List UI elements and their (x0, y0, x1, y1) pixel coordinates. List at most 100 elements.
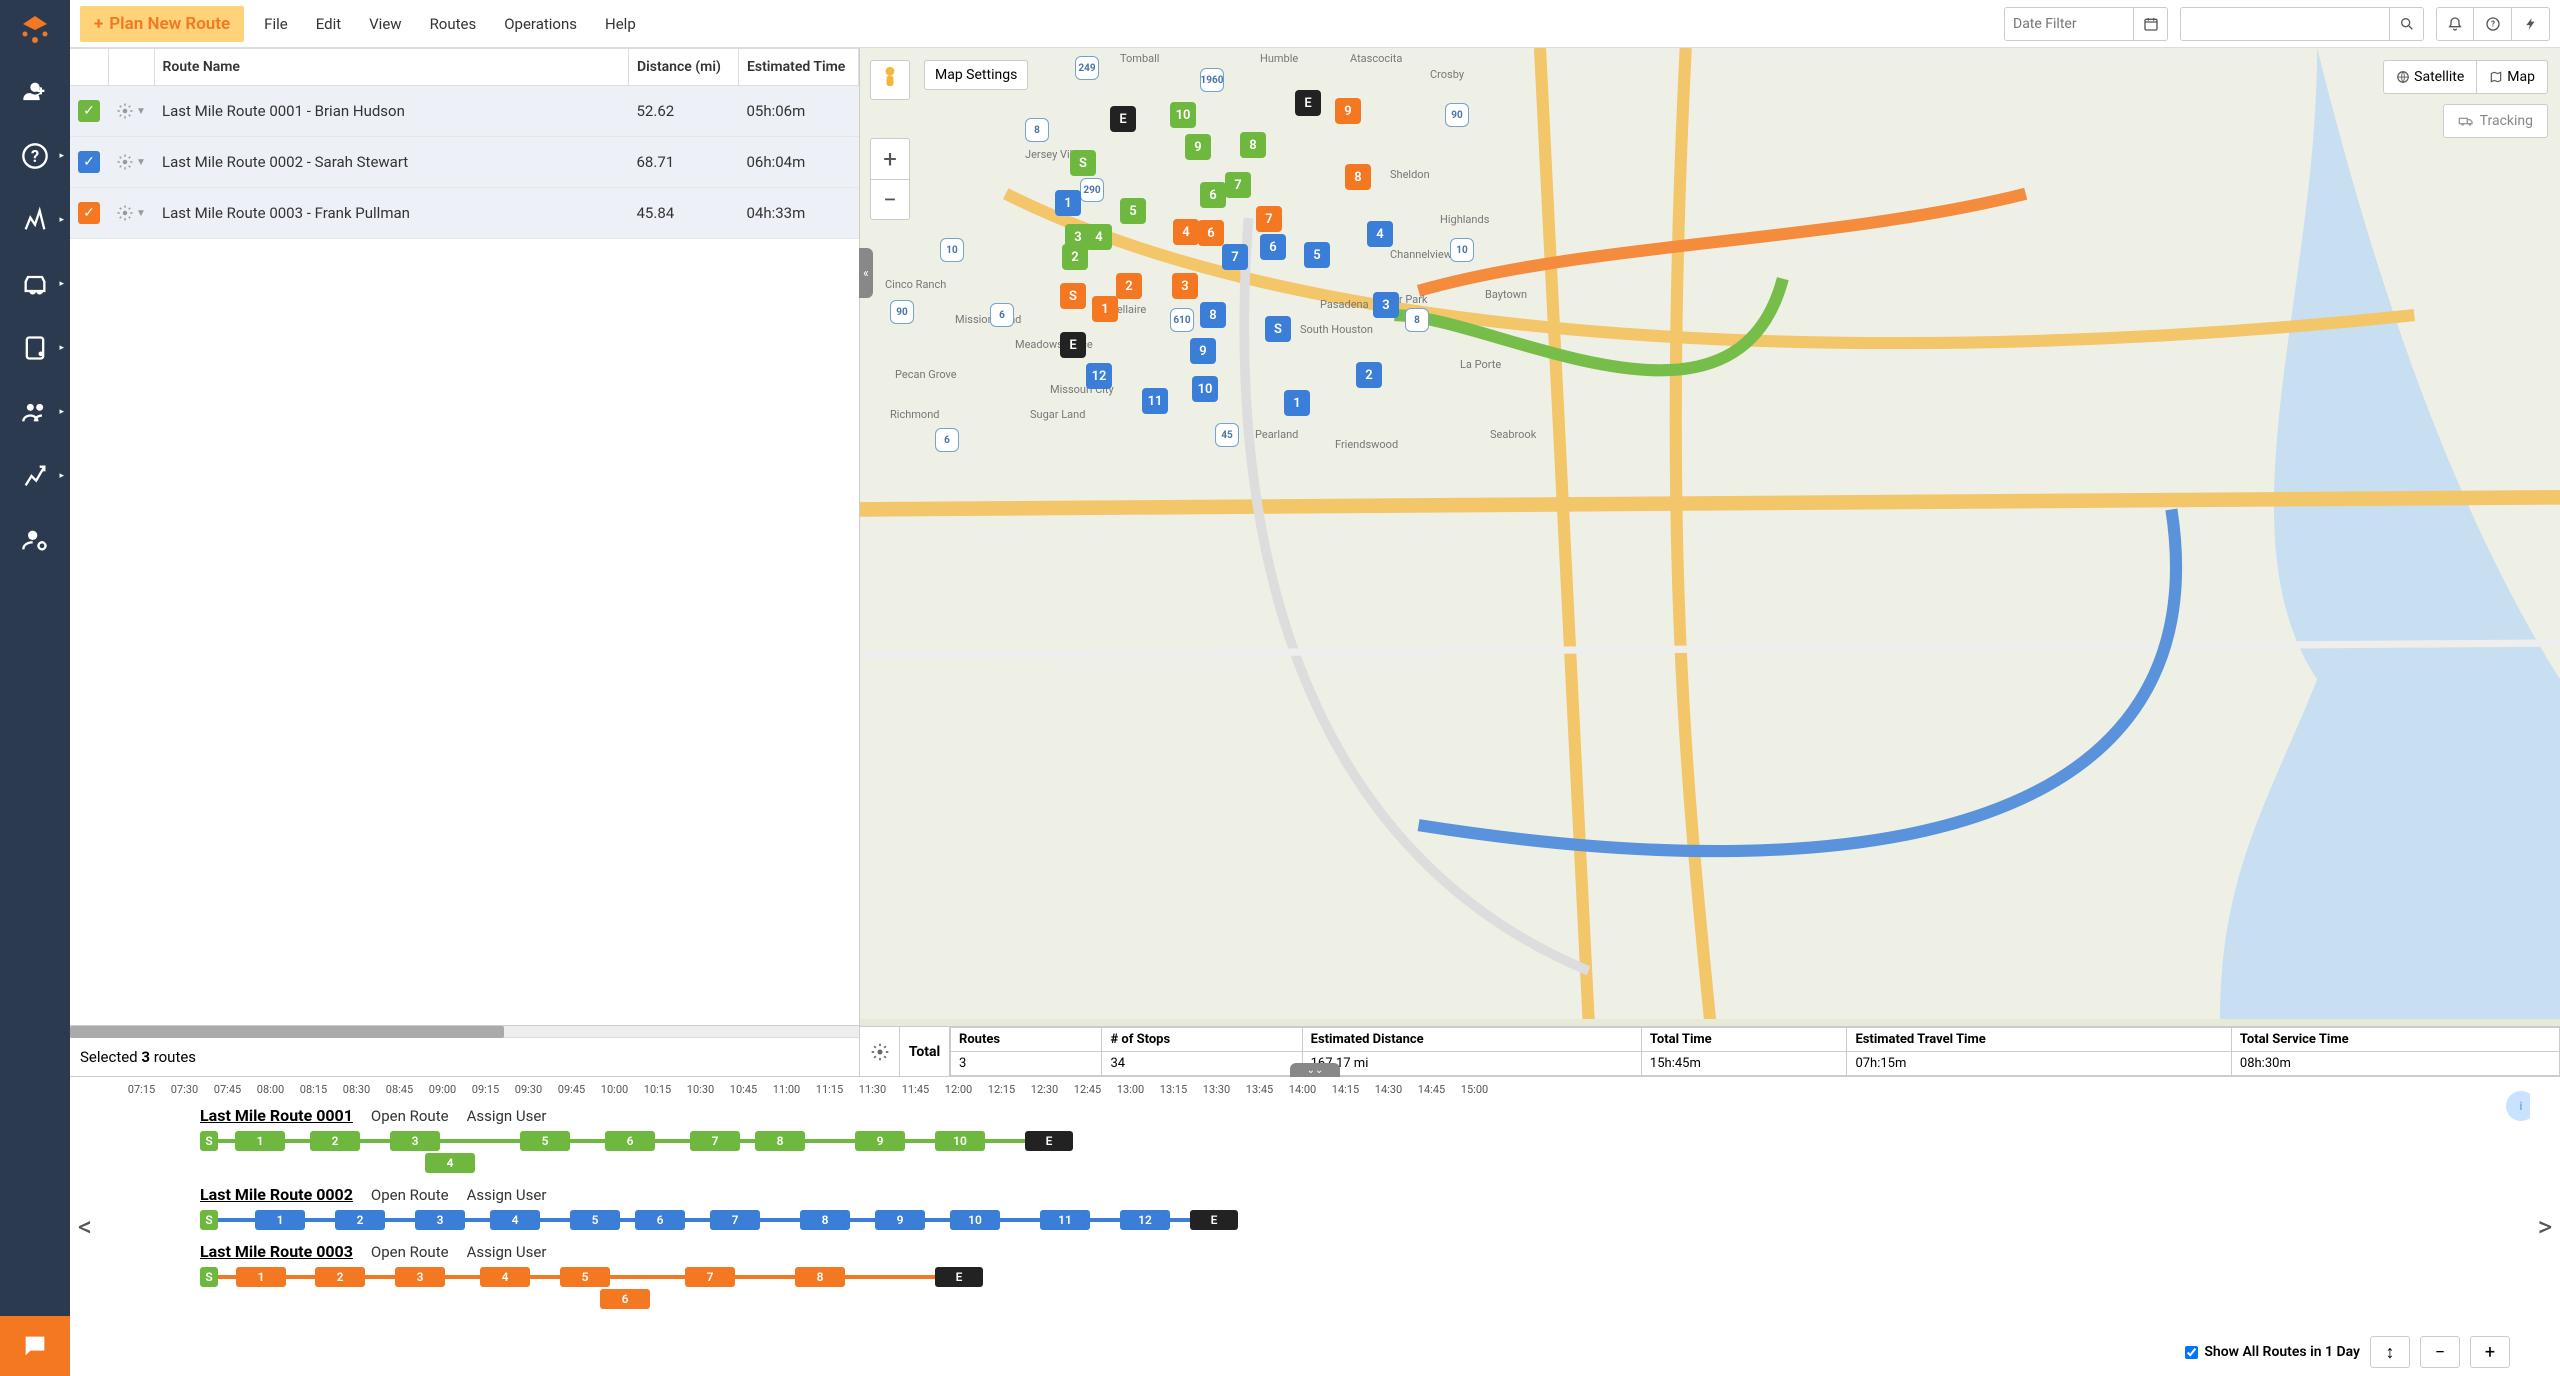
timeline-stop[interactable]: 10 (950, 1210, 1000, 1230)
tracking-button[interactable]: Tracking (2443, 104, 2548, 138)
map-stop-marker[interactable]: S (1265, 316, 1291, 342)
timeline-stop[interactable]: 8 (800, 1210, 850, 1230)
zoom-out-button[interactable]: − (871, 179, 909, 219)
assign-user-link[interactable]: Assign User (467, 1243, 547, 1261)
map-stop-marker[interactable]: 11 (1142, 388, 1168, 414)
timeline-stop[interactable]: 7 (690, 1131, 740, 1151)
zoom-in-button[interactable]: + (871, 139, 909, 179)
timeline-route-title[interactable]: Last Mile Route 0003 (200, 1242, 353, 1261)
timeline-stop[interactable]: 5 (560, 1267, 610, 1287)
map-stop-marker[interactable]: 8 (1240, 132, 1266, 158)
menu-routes[interactable]: Routes (416, 5, 491, 43)
assign-user-link[interactable]: Assign User (467, 1107, 547, 1125)
horizontal-scrollbar[interactable] (70, 1025, 859, 1037)
map-stop-marker[interactable]: S (1060, 283, 1086, 309)
map-stop-marker[interactable]: 7 (1225, 172, 1251, 198)
calendar-button[interactable] (2134, 7, 2168, 41)
map-stop-marker[interactable]: 9 (1185, 134, 1211, 160)
map-stop-marker[interactable]: 8 (1345, 164, 1371, 190)
timeline-stop[interactable]: 2 (310, 1131, 360, 1151)
route-row[interactable]: ✓ ▼ Last Mile Route 0002 - Sarah Stewart… (70, 137, 859, 188)
route-checkbox[interactable]: ✓ (78, 202, 100, 224)
pegman-icon[interactable] (870, 60, 910, 100)
map-stop-marker[interactable]: 6 (1260, 234, 1286, 260)
map-stop-marker[interactable]: 9 (1190, 338, 1216, 364)
sidebar-item-analytics[interactable]: ▸ (0, 444, 70, 508)
date-filter-input[interactable] (2004, 7, 2134, 41)
timeline-stop[interactable]: 2 (335, 1210, 385, 1230)
timeline-help-icon[interactable]: i (2506, 1091, 2530, 1121)
map-stop-marker[interactable]: E (1110, 106, 1136, 132)
search-button[interactable] (2390, 7, 2424, 41)
timeline-stop[interactable]: 6 (635, 1210, 685, 1230)
timeline-stop[interactable]: S (200, 1267, 218, 1287)
open-route-link[interactable]: Open Route (371, 1243, 449, 1261)
map-stop-marker[interactable]: 1 (1092, 296, 1118, 322)
timeline-stop[interactable]: 4 (480, 1267, 530, 1287)
route-gear-menu[interactable]: ▼ (116, 102, 146, 120)
timeline-collapse-button[interactable]: ⌄⌄ (1290, 1063, 1340, 1077)
timeline-stop[interactable]: 8 (755, 1131, 805, 1151)
map-stop-marker[interactable]: 4 (1173, 219, 1199, 245)
timeline-stop[interactable]: 3 (390, 1131, 440, 1151)
map-stop-marker[interactable]: 9 (1335, 98, 1361, 124)
map-stop-marker[interactable]: 1 (1055, 190, 1081, 216)
menu-help[interactable]: Help (591, 5, 650, 43)
map-stop-marker[interactable]: 10 (1192, 376, 1218, 402)
menu-view[interactable]: View (355, 5, 415, 43)
map-stop-marker[interactable]: 2 (1356, 362, 1382, 388)
open-route-link[interactable]: Open Route (371, 1186, 449, 1204)
search-input[interactable] (2180, 7, 2390, 41)
menu-edit[interactable]: Edit (302, 5, 355, 43)
route-gear-menu[interactable]: ▼ (116, 153, 146, 171)
map-stop-marker[interactable]: 4 (1086, 224, 1112, 250)
timeline-stop[interactable]: 8 (795, 1267, 845, 1287)
timeline-stop[interactable]: 12 (1120, 1210, 1170, 1230)
sidebar-item-add-user[interactable] (0, 60, 70, 124)
map-stop-marker[interactable]: 5 (1120, 198, 1146, 224)
map-stop-marker[interactable]: 1 (1284, 390, 1310, 416)
timeline-stop[interactable]: 4 (490, 1210, 540, 1230)
timeline-route-title[interactable]: Last Mile Route 0002 (200, 1185, 353, 1204)
timeline-stop[interactable]: 9 (875, 1210, 925, 1230)
timeline-expand-vert-button[interactable]: ↕ (2370, 1336, 2410, 1368)
timeline-stop[interactable]: 1 (236, 1267, 286, 1287)
timeline-stop[interactable]: 6 (605, 1131, 655, 1151)
route-checkbox[interactable]: ✓ (78, 151, 100, 173)
route-gear-menu[interactable]: ▼ (116, 204, 146, 222)
timeline-stop[interactable]: 7 (685, 1267, 735, 1287)
bolt-button[interactable] (2512, 7, 2550, 41)
timeline-prev-button[interactable]: < (70, 1077, 100, 1376)
map-stop-marker[interactable]: E (1060, 332, 1086, 358)
timeline-stop[interactable]: S (200, 1210, 218, 1230)
satellite-toggle[interactable]: Satellite (2384, 61, 2476, 93)
assign-user-link[interactable]: Assign User (467, 1186, 547, 1204)
timeline-stop[interactable]: 5 (520, 1131, 570, 1151)
timeline-stop[interactable]: 10 (935, 1131, 985, 1151)
map-toggle[interactable]: Map (2476, 61, 2547, 93)
help-button[interactable]: ? (2474, 7, 2512, 41)
map-stop-marker[interactable]: 3 (1172, 273, 1198, 299)
map-stop-marker[interactable]: 8 (1200, 302, 1226, 328)
route-row[interactable]: ✓ ▼ Last Mile Route 0003 - Frank Pullman… (70, 188, 859, 239)
sidebar-item-team[interactable]: ▸ (0, 380, 70, 444)
timeline-stop[interactable]: 1 (255, 1210, 305, 1230)
timeline-stop[interactable]: 3 (415, 1210, 465, 1230)
timeline-stop[interactable]: E (1025, 1131, 1073, 1151)
sidebar-item-user-settings[interactable] (0, 508, 70, 572)
map[interactable]: Map Settings + − Satellite Map Tracking … (860, 48, 2560, 1026)
timeline-stop[interactable]: 4 (425, 1153, 475, 1173)
map-settings-button[interactable]: Map Settings (924, 60, 1028, 90)
map-stop-marker[interactable]: 6 (1198, 220, 1224, 246)
timeline-zoom-out-button[interactable]: − (2420, 1336, 2460, 1368)
timeline-stop[interactable]: 2 (315, 1267, 365, 1287)
map-stop-marker[interactable]: 6 (1200, 182, 1226, 208)
map-stop-marker[interactable]: 12 (1086, 363, 1112, 389)
map-stop-marker[interactable]: 4 (1367, 221, 1393, 247)
timeline-stop[interactable]: 6 (600, 1289, 650, 1309)
menu-file[interactable]: File (250, 5, 302, 43)
timeline-stop[interactable]: 3 (395, 1267, 445, 1287)
timeline-stop[interactable]: 1 (235, 1131, 285, 1151)
timeline-route-title[interactable]: Last Mile Route 0001 (200, 1106, 353, 1125)
plan-new-route-button[interactable]: +Plan New Route (80, 6, 244, 42)
